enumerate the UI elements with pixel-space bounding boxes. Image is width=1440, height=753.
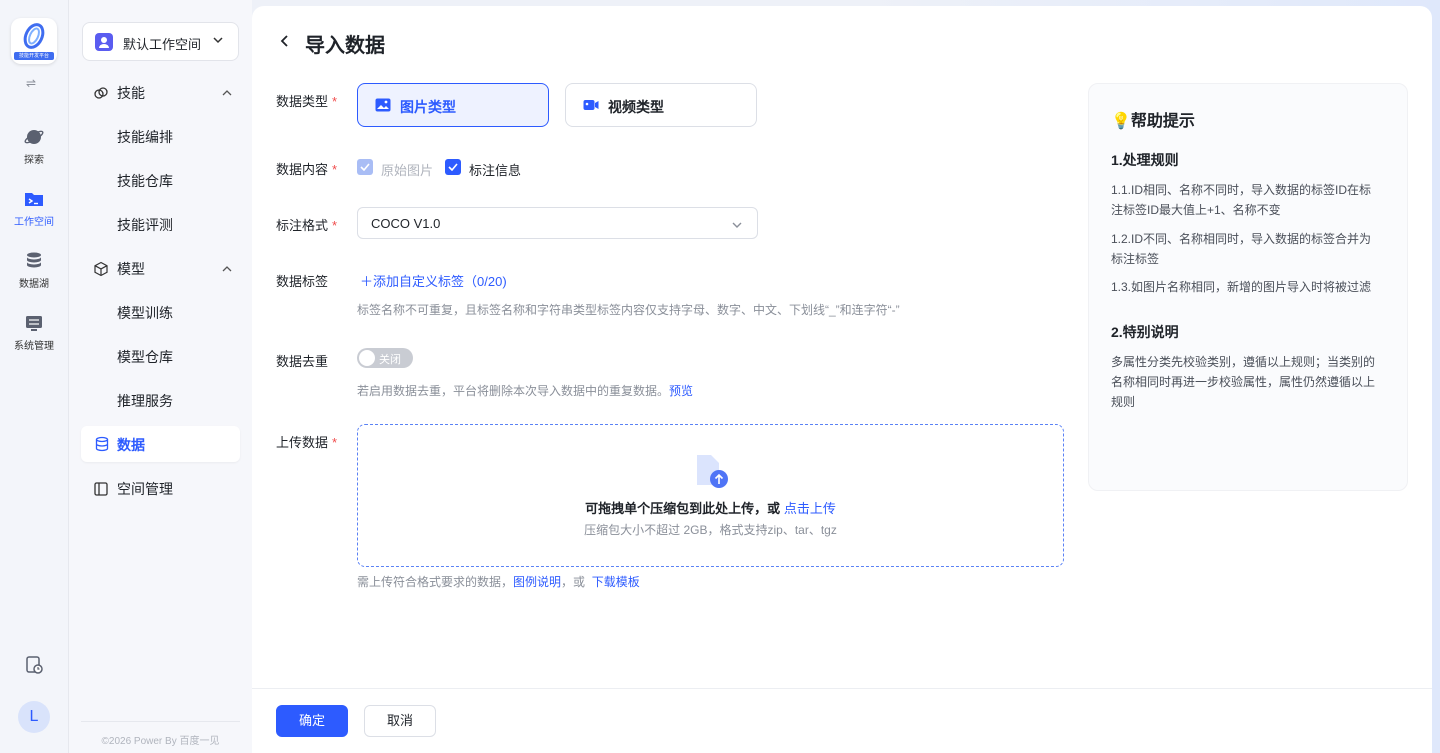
logo-text: 技能开发平台 (14, 52, 54, 60)
dedup-label: 数据去重 (276, 354, 329, 369)
rail-explore[interactable]: 探索 (0, 127, 68, 166)
upload-format-hint: 需上传符合格式要求的数据，图例说明，或 下载模板 (357, 575, 640, 589)
logo-ring-icon (23, 23, 45, 49)
help-rule-2: 1.2.ID不同、名称相同时，导入数据的标签合并为标注标签 (1111, 232, 1372, 266)
label-format-label: 标注格式 * (276, 218, 338, 233)
nav-item-data[interactable]: 数据 (81, 426, 240, 462)
data-tags-label: 数据标签 (276, 274, 329, 289)
book-icon (94, 482, 108, 496)
dedup-hint: 若启用数据去重，平台将删除本次导入数据中的重复数据。预览 (357, 384, 694, 398)
nav-group-skills-label: 技能 (117, 85, 145, 101)
label-format-select[interactable]: COCO V1.0 (357, 207, 758, 239)
label-format-value: COCO V1.0 (371, 216, 441, 231)
planet-icon (24, 130, 44, 144)
rail-system[interactable]: 系统管理 (0, 313, 68, 352)
nav-group-models-label: 模型 (117, 261, 145, 277)
page-title: 导入数据 (305, 35, 385, 57)
check-icon (360, 163, 370, 171)
type-image-label: 图片类型 (400, 99, 456, 115)
upload-instruction: 可拖拽单个压缩包到此处上传，或 点击上传 (585, 501, 836, 516)
download-template-link[interactable]: 下载模板 (592, 575, 640, 589)
nav-model-training[interactable]: 模型训练 (117, 303, 173, 323)
terminal-folder-icon (25, 193, 43, 206)
upload-dropzone[interactable]: 可拖拽单个压缩包到此处上传，或 点击上传 压缩包大小不超过 2GB，格式支持zi… (357, 424, 1064, 567)
help-section-rules: 1.处理规则 (1111, 152, 1179, 168)
upload-limit: 压缩包大小不超过 2GB，格式支持zip、tar、tgz (584, 523, 837, 537)
nav-item-data-label: 数据 (117, 437, 145, 453)
server-icon (26, 316, 42, 331)
nav-group-skills[interactable]: 技能 (93, 83, 145, 103)
help-title: 💡帮助提示 (1111, 113, 1195, 130)
annotation-label: 标注信息 (469, 163, 522, 178)
rail-datalake-label: 数据湖 (19, 279, 49, 290)
check-icon (448, 163, 458, 171)
dedup-toggle[interactable]: 关闭 (357, 348, 413, 368)
nav-skill-eval[interactable]: 技能评测 (117, 215, 173, 235)
copyright: ©2026 Power By 百度一见 (81, 721, 240, 747)
help-rule-3: 1.3.如图片名称相同，新增的图片导入时将被过滤 (1111, 280, 1372, 294)
app-rail: 技能开发平台 ⇌ 探索 工作空间 数据湖 系统管理 L (0, 0, 68, 753)
avatar[interactable]: L (18, 701, 50, 733)
nav-space-management-label: 空间管理 (117, 481, 173, 497)
side-nav: 默认工作空间 技能 技能编排 技能仓库 技能评测 模型 模型训练 模型仓库 推理… (68, 0, 252, 753)
raw-image-checkbox (357, 159, 373, 175)
rail-datalake[interactable]: 数据湖 (0, 251, 68, 290)
switch-icon[interactable]: ⇌ (26, 76, 36, 90)
app-logo[interactable]: 技能开发平台 (11, 18, 57, 64)
add-custom-tag-button[interactable]: ＋添加自定义标签（0/20) (360, 271, 507, 290)
type-image-option[interactable]: 图片类型 (357, 83, 549, 127)
tag-rule-hint: 标签名称不可重复，且标签名称和字符串类型标签内容仅支持字母、数字、中文、下划线“… (357, 303, 900, 317)
rail-system-label: 系统管理 (14, 341, 54, 352)
nav-space-management[interactable]: 空间管理 (93, 479, 173, 499)
cube-icon (94, 261, 108, 277)
chevron-up-icon[interactable] (222, 88, 232, 98)
help-panel: 💡帮助提示 1.处理规则 1.1.ID相同、名称不同时，导入数据的标签ID在标注… (1088, 83, 1408, 491)
type-video-option[interactable]: 视频类型 (565, 83, 757, 127)
confirm-button[interactable]: 确定 (276, 705, 348, 737)
cancel-button[interactable]: 取消 (364, 705, 436, 737)
video-icon (583, 100, 599, 110)
file-upload-icon (697, 455, 728, 488)
dedup-preview-link[interactable]: 预览 (669, 384, 693, 398)
plus-icon: ＋ (360, 274, 374, 289)
database-icon (27, 252, 41, 268)
annotation-checkbox[interactable] (445, 159, 461, 175)
rail-workspace[interactable]: 工作空间 (0, 189, 68, 228)
toggle-state-label: 关闭 (379, 354, 401, 366)
database-icon (95, 436, 109, 452)
toggle-knob (359, 350, 375, 366)
image-icon (375, 98, 391, 112)
chevron-down-icon (732, 222, 742, 228)
help-note: 多属性分类先校验类别，遵循以上规则；当类别的名称相同时再进一步校验属性，属性仍然… (1111, 355, 1376, 409)
workspace-selector[interactable]: 默认工作空间 (82, 22, 239, 61)
nav-model-repo[interactable]: 模型仓库 (117, 347, 173, 367)
chevron-down-icon (213, 37, 223, 44)
legend-link[interactable]: 图例说明 (513, 575, 561, 589)
rail-explore-label: 探索 (24, 155, 44, 166)
action-bar: 确定 取消 (252, 688, 1432, 753)
raw-image-label: 原始图片 (381, 163, 434, 178)
help-section-notes: 2.特别说明 (1111, 324, 1179, 340)
skills-icon (94, 87, 108, 99)
nav-inference-service[interactable]: 推理服务 (117, 391, 173, 411)
chevron-up-icon[interactable] (222, 264, 232, 274)
nav-skill-orchestration[interactable]: 技能编排 (117, 127, 173, 147)
nav-group-models[interactable]: 模型 (93, 259, 145, 279)
task-clock-icon[interactable] (24, 655, 44, 675)
nav-skill-repo[interactable]: 技能仓库 (117, 171, 173, 191)
data-content-label: 数据内容 * (276, 162, 338, 177)
back-arrow-icon[interactable] (278, 34, 292, 48)
main-panel: 导入数据 数据类型 * 图片类型 视频类型 数据内容 * 原始图片 标注信息 标注格… (252, 6, 1432, 753)
workspace-name: 默认工作空间 (123, 37, 202, 52)
workspace-user-icon (95, 33, 113, 51)
upload-label: 上传数据 * (276, 435, 338, 450)
rail-workspace-label: 工作空间 (14, 217, 54, 228)
click-upload-link[interactable]: 点击上传 (784, 501, 836, 516)
help-rule-1: 1.1.ID相同、名称不同时，导入数据的标签ID在标注标签ID最大值上+1、名称… (1111, 183, 1372, 217)
data-type-label: 数据类型 * (276, 94, 338, 109)
type-video-label: 视频类型 (608, 99, 664, 115)
